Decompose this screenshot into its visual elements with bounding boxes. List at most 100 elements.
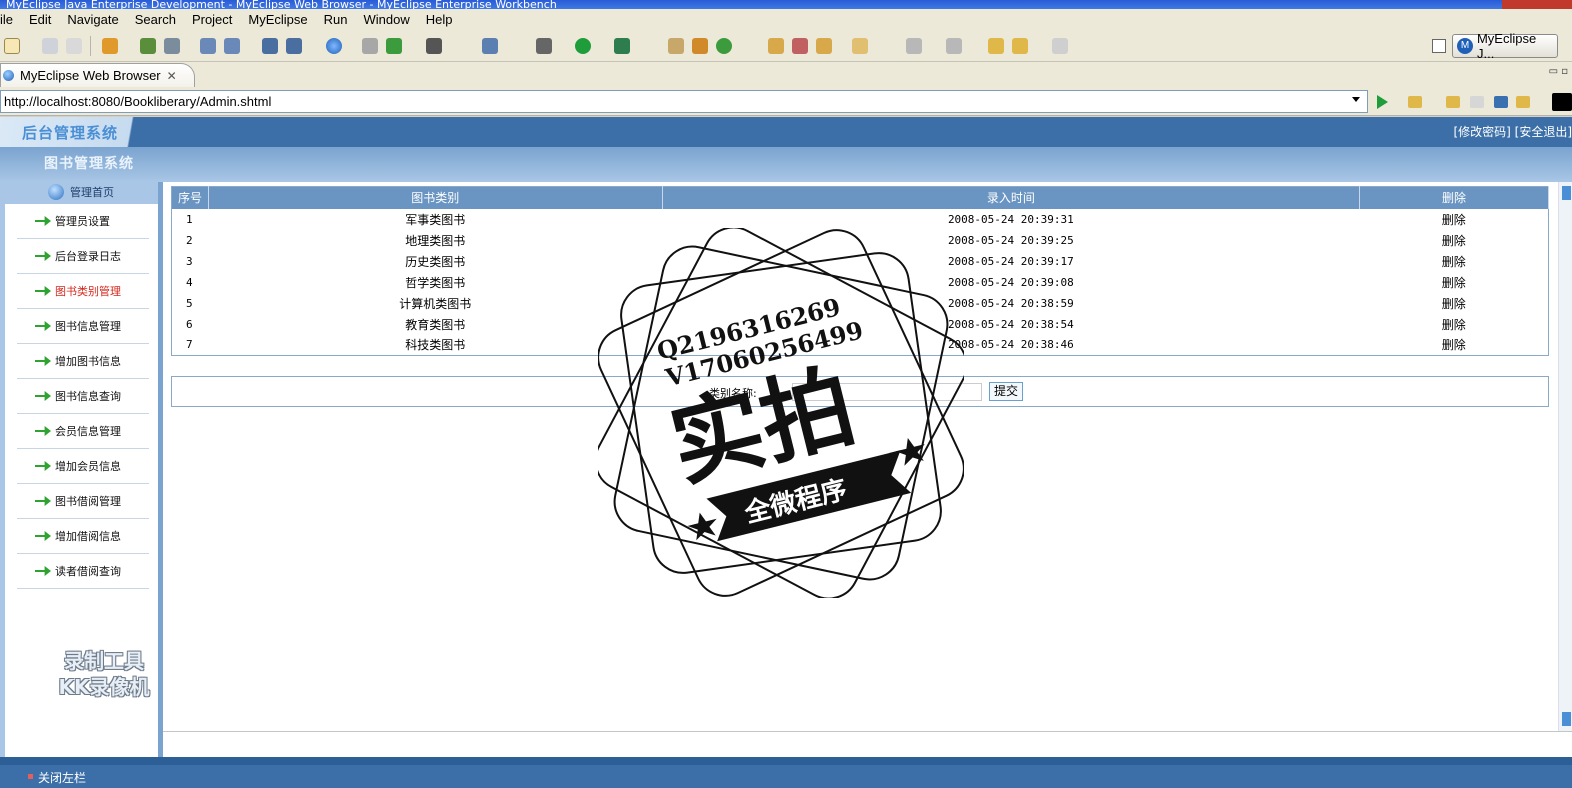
menu-navigate[interactable]: Navigate [59, 12, 126, 27]
arrow-icon [35, 461, 51, 471]
arrow-icon [35, 286, 51, 296]
cell-category: 历史类图书 [405, 254, 466, 269]
menu-project[interactable]: Project [184, 12, 240, 27]
arrow-icon [35, 566, 51, 576]
window-controls[interactable] [1502, 0, 1572, 9]
refresh-icon[interactable] [1516, 96, 1530, 108]
cell-no: 7 [186, 338, 193, 352]
content-scrollbar[interactable] [1558, 182, 1572, 731]
forward-icon[interactable] [1470, 96, 1484, 108]
debug-icon[interactable] [140, 38, 156, 54]
toggle-bullet-icon [28, 774, 33, 779]
nav-item-login-log[interactable]: 后台登录日志 [17, 239, 149, 274]
column-header: 图书类别 [208, 186, 663, 209]
delete-link[interactable]: 删除 [1360, 251, 1549, 272]
page-header: 后台管理系统 [修改密码] [安全退出] [0, 117, 1572, 147]
nav-item-borrow-management[interactable]: 图书借阅管理 [17, 484, 149, 519]
nav-item-add-member[interactable]: 增加会员信息 [17, 449, 149, 484]
menu-search[interactable]: Search [127, 12, 184, 27]
sync-icon[interactable] [716, 38, 732, 54]
open-type-icon[interactable] [362, 38, 378, 54]
nav-item-book-search[interactable]: 图书信息查询 [17, 379, 149, 414]
toolbar-extra-icon[interactable] [1552, 93, 1572, 111]
header-links[interactable]: [修改密码] [安全退出] [1453, 123, 1572, 140]
bug-icon[interactable] [536, 38, 552, 54]
menu-run[interactable]: Run [316, 12, 356, 27]
refresh-icon[interactable] [386, 38, 402, 54]
favorites-icon[interactable] [1408, 96, 1422, 108]
menu-window[interactable]: Window [356, 12, 418, 27]
arrow-icon [35, 216, 51, 226]
stop-icon[interactable] [1494, 96, 1508, 108]
scroll-down-icon[interactable] [1562, 712, 1571, 726]
sub-header: 图书管理系统 [0, 147, 1572, 182]
open-perspective-icon[interactable] [1432, 39, 1446, 53]
open-folder-icon[interactable] [816, 38, 832, 54]
delete-link[interactable]: 删除 [1360, 209, 1549, 230]
perspective-button[interactable]: M MyEclipse J... [1452, 31, 1558, 61]
delete-link[interactable]: 删除 [1360, 293, 1549, 314]
horizontal-scrollbar[interactable] [163, 731, 1572, 757]
nav-item-member-info[interactable]: 会员信息管理 [17, 414, 149, 449]
project-icon[interactable] [286, 38, 302, 54]
console-icon[interactable] [426, 38, 442, 54]
menu-help[interactable]: Help [418, 12, 461, 27]
new-class-icon[interactable] [482, 38, 498, 54]
delete-link[interactable]: 删除 [1360, 335, 1549, 356]
new-icon[interactable] [4, 38, 20, 54]
delete-link[interactable]: 删除 [1360, 314, 1549, 335]
prev-annotation-icon[interactable] [946, 38, 962, 54]
package-icon[interactable] [102, 38, 118, 54]
nav-item-label: 图书类别管理 [55, 285, 121, 298]
delete-link[interactable]: 删除 [1360, 230, 1549, 251]
view-controls[interactable]: ▭ ▫ [1549, 66, 1568, 77]
nav-item-book-info[interactable]: 图书信息管理 [17, 309, 149, 344]
tab-web-browser[interactable]: MyEclipse Web Browser ✕ [0, 63, 195, 87]
nav-item-admin-settings[interactable]: 管理员设置 [17, 204, 149, 239]
nav-item-reader-borrow-search[interactable]: 读者借阅查询 [17, 554, 149, 589]
scroll-up-icon[interactable] [1562, 186, 1571, 200]
nav-item-label: 后台登录日志 [55, 250, 121, 263]
pin-icon[interactable] [792, 38, 808, 54]
nav-item-add-book[interactable]: 增加图书信息 [17, 344, 149, 379]
column-header: 删除 [1359, 186, 1549, 209]
deploy-icon[interactable] [200, 38, 216, 54]
run-icon[interactable] [575, 38, 591, 54]
forward-icon[interactable] [1052, 38, 1068, 54]
undeploy-icon[interactable] [224, 38, 240, 54]
back-icon[interactable] [1446, 96, 1460, 108]
nav-item-label: 图书信息管理 [55, 320, 121, 333]
server-icon[interactable] [164, 38, 180, 54]
save-icon[interactable] [42, 38, 58, 54]
menu-edit[interactable]: Edit [21, 12, 59, 27]
nav-home[interactable]: 管理首页 [48, 184, 114, 200]
cell-no: 4 [186, 275, 193, 289]
wizard-icon[interactable] [262, 38, 278, 54]
nav-item-label: 增加图书信息 [55, 355, 121, 368]
nav-home-label: 管理首页 [70, 186, 114, 199]
external-tools-icon[interactable] [614, 38, 630, 54]
cell-no: 3 [186, 254, 193, 268]
close-icon[interactable]: ✕ [167, 69, 177, 83]
delete-link[interactable]: 删除 [1360, 272, 1549, 293]
submit-button[interactable]: 提交 [989, 382, 1023, 401]
search-icon[interactable] [692, 38, 708, 54]
print-icon[interactable] [66, 38, 82, 54]
back-icon[interactable] [1012, 38, 1028, 54]
open-task-icon[interactable] [668, 38, 684, 54]
folder-icon[interactable] [768, 38, 784, 54]
url-history-dropdown-icon[interactable] [1352, 97, 1360, 102]
web-browser-icon[interactable] [326, 38, 342, 54]
last-edit-icon[interactable] [988, 38, 1004, 54]
next-annotation-icon[interactable] [906, 38, 922, 54]
url-input[interactable]: http://localhost:8080/Bookliberary/Admin… [0, 90, 1368, 113]
cell-no: 1 [186, 212, 193, 226]
annotation-icon[interactable] [852, 38, 868, 54]
menu-file[interactable]: ile [0, 12, 21, 27]
menu-myeclipse[interactable]: MyEclipse [240, 12, 315, 27]
nav-item-book-category[interactable]: 图书类别管理 [17, 274, 149, 309]
go-icon[interactable] [1377, 95, 1388, 109]
table-header-row: 序号 图书类别 录入时间 删除 [171, 186, 1549, 209]
close-left-panel-link[interactable]: 关闭左栏 [38, 769, 86, 786]
nav-item-add-borrow[interactable]: 增加借阅信息 [17, 519, 149, 554]
